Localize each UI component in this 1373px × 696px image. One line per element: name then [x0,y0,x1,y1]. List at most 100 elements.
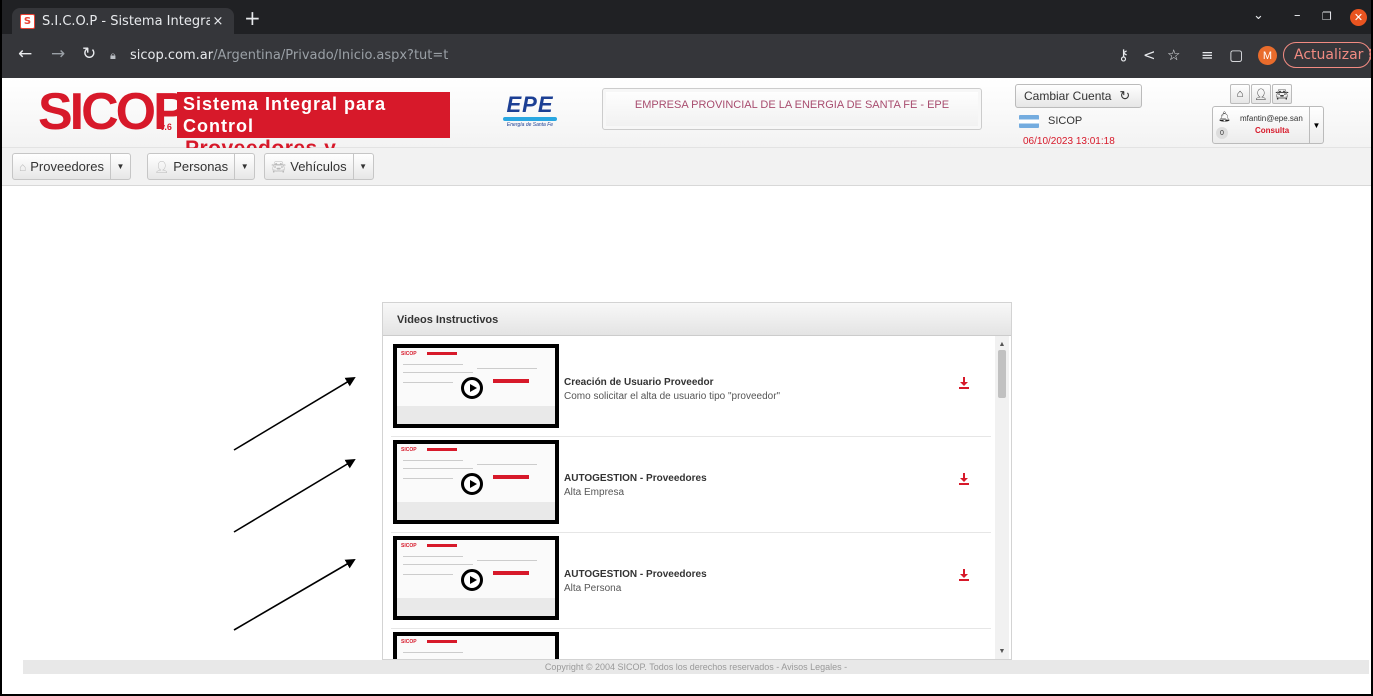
forward-arrow-icon[interactable]: → [51,44,65,64]
back-arrow-icon[interactable]: ← [18,44,32,64]
site-header: SICOP v.6 Sistema Integral para Control … [2,78,1371,182]
notification-count: 0 [1216,127,1228,139]
maximize-icon[interactable]: ❐ [1322,10,1332,23]
menu-vehiculos[interactable]: 🚘︎ Vehículos ▼ [264,153,374,180]
thumb-logo: SICOP [401,351,417,357]
video-thumbnail[interactable]: SICOP [393,536,559,620]
reading-list-icon[interactable]: ≡ [1201,46,1214,64]
caret-down-icon[interactable]: ▼ [109,154,130,179]
user-icon[interactable]: 👤︎ [1251,84,1271,104]
scrollbar-thumb[interactable] [998,350,1006,398]
epe-logo: EPE Energía de Santa Fe [500,94,560,134]
videos-panel-title: Videos Instructivos [383,303,1011,336]
home-icon[interactable]: ⌂ [1230,84,1250,104]
update-button[interactable]: Actualizar ⋮ [1283,42,1371,68]
annotation-arrow [233,558,356,631]
download-icon[interactable] [959,377,969,389]
browser-window: S S.I.C.O.P - Sistema Integra × + ⌄ – ❐ … [0,0,1373,696]
new-tab-icon[interactable]: + [244,6,261,30]
more-menu-icon: ⋮ [1363,47,1371,63]
menu-label: Proveedores [30,159,104,174]
person-icon: 👤︎ [154,159,170,174]
lock-icon: 🔒︎ [110,49,116,62]
play-icon[interactable] [461,377,483,399]
reload-icon[interactable]: ↻ [82,44,96,64]
user-role: Consulta [1255,126,1290,135]
annotation-arrow [233,458,356,533]
argentina-flag-icon [1019,115,1039,128]
change-account-label: Cambiar Cuenta [1024,89,1112,103]
url-host: sicop.com.ar [130,47,214,63]
key-icon[interactable]: ⚷ [1118,46,1129,64]
minimize-icon[interactable]: – [1294,8,1301,23]
company-name-box: EMPRESA PROVINCIAL DE LA ENERGIA DE SANT… [602,88,982,130]
sicop-favicon-icon: S [20,13,35,29]
epe-logo-text: EPE [506,92,554,117]
user-menu-caret-icon[interactable]: ▼ [1310,106,1324,144]
thumb-logo: SICOP [401,639,417,645]
browser-tab[interactable]: S S.I.C.O.P - Sistema Integra × [12,8,234,34]
annotation-arrow [233,376,356,451]
tab-strip: S S.I.C.O.P - Sistema Integra × + ⌄ – ❐ … [2,0,1371,34]
thumb-logo: SICOP [401,447,417,453]
share-icon[interactable]: < [1143,46,1156,64]
menu-label: Personas [173,159,229,174]
tab-close-icon[interactable]: × [210,14,226,29]
caret-down-icon[interactable]: ▼ [234,154,254,179]
videos-panel: Videos Instructivos SICOP Creación de Us… [382,302,1012,660]
download-icon[interactable] [959,569,969,581]
epe-logo-bar [503,117,557,121]
caret-down-icon[interactable]: ▼ [352,154,373,179]
url-path: /Argentina/Privado/Inicio.aspx?tut=t [213,47,449,63]
scroll-down-icon[interactable]: ▼ [995,645,1009,657]
video-item[interactable]: SICOP Creación de Usuario Proveedor Como… [391,341,991,437]
video-title[interactable]: AUTOGESTION - Proveedores [564,569,707,580]
video-item[interactable]: SICOP AUTOGESTION - Proveedores Alta Per… [391,533,991,629]
bookmark-star-icon[interactable]: ☆ [1167,46,1180,64]
menu-proveedores[interactable]: ⌂ Proveedores ▼ [12,153,131,180]
session-datetime: 06/10/2023 13:01:18 [1023,136,1115,147]
user-email: mfantin@epe.san [1240,114,1303,123]
video-subtitle: Como solicitar el alta de usuario tipo "… [564,391,781,402]
window-close-icon[interactable]: ✕ [1350,9,1367,26]
vehicle-icon[interactable]: 🚘︎ [1272,84,1292,104]
thumb-logo: SICOP [401,543,417,549]
play-icon[interactable] [461,473,483,495]
download-icon[interactable] [959,473,969,485]
video-item[interactable]: SICOP [391,629,991,659]
video-subtitle: Alta Empresa [564,487,625,498]
system-label: SICOP [1048,115,1083,127]
address-bar[interactable]: 🔒︎ sicop.com.ar/Argentina/Privado/Inicio… [110,40,1010,70]
logo-version: v.6 [160,122,172,132]
home-icon: ⌂ [19,159,27,174]
bell-icon[interactable]: 🔔︎ [1218,112,1231,123]
videos-scrollbar[interactable]: ▲ ▼ [995,336,1009,659]
video-thumbnail[interactable]: SICOP [393,344,559,428]
car-icon: 🚘︎ [271,159,287,174]
quick-buttons: ⌂ 👤︎ 🚘︎ [1230,84,1292,104]
browser-toolbar: ← → ↻ 🔒︎ sicop.com.ar/Argentina/Privado/… [2,34,1371,78]
menu-label: Vehículos [290,159,347,174]
user-menu[interactable]: 🔔︎ 0 mfantin@epe.san Consulta [1212,106,1310,144]
video-title[interactable]: Creación de Usuario Proveedor [564,377,714,388]
page-footer: Copyright © 2004 SICOP. Todos los derech… [23,660,1369,674]
change-account-button[interactable]: Cambiar Cuenta ↻ [1015,84,1142,108]
side-panel-icon[interactable]: ▢ [1229,46,1243,64]
tab-search-chevron-icon[interactable]: ⌄ [1253,8,1264,23]
video-item[interactable]: SICOP AUTOGESTION - Proveedores Alta Emp… [391,437,991,533]
profile-avatar[interactable]: M [1258,46,1277,65]
videos-list[interactable]: SICOP Creación de Usuario Proveedor Como… [383,336,1011,659]
refresh-icon: ↻ [1119,88,1131,103]
epe-logo-subtitle: Energía de Santa Fe [506,122,554,128]
scroll-up-icon[interactable]: ▲ [995,338,1009,350]
play-icon[interactable] [461,569,483,591]
video-thumbnail[interactable]: SICOP [393,440,559,524]
update-label: Actualizar [1294,47,1364,63]
logo-line-1: Sistema Integral para Control [177,92,450,138]
main-menu-bar: ⌂ Proveedores ▼ 👤︎ Personas ▼ 🚘︎ Vehícul… [2,148,1371,186]
video-subtitle: Alta Persona [564,583,622,594]
video-title[interactable]: AUTOGESTION - Proveedores [564,473,707,484]
menu-personas[interactable]: 👤︎ Personas ▼ [147,153,256,180]
tab-title: S.I.C.O.P - Sistema Integra [42,13,210,29]
video-thumbnail[interactable]: SICOP [393,632,559,659]
